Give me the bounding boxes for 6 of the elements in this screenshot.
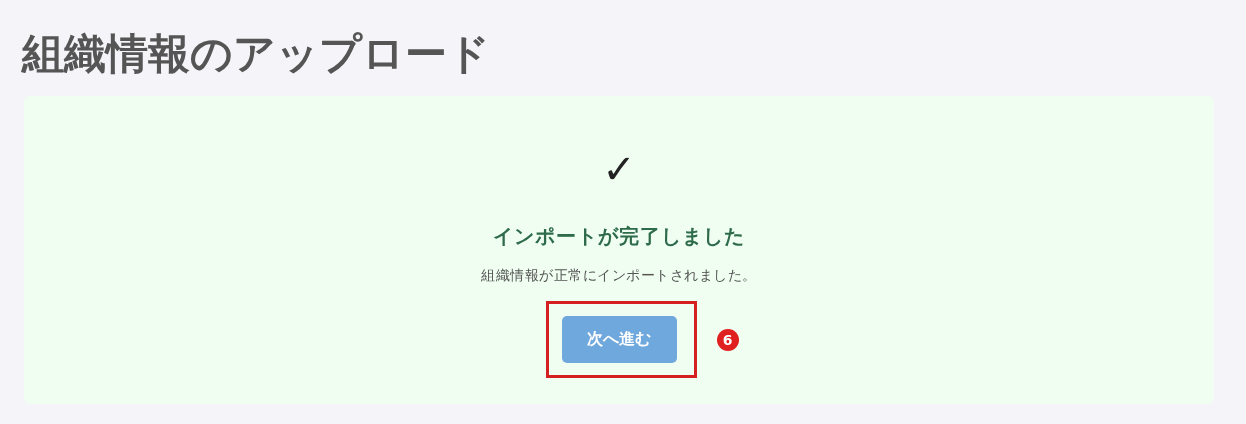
page-title: 組織情報のアップロード	[22, 28, 490, 80]
step-badge: 6	[716, 329, 739, 351]
next-button[interactable]: 次へ進む	[561, 316, 677, 363]
check-mark: ✓	[602, 146, 636, 192]
success-heading: インポートが完了しました	[493, 223, 745, 250]
success-message: 組織情報が正常にインポートされました。	[481, 266, 757, 285]
